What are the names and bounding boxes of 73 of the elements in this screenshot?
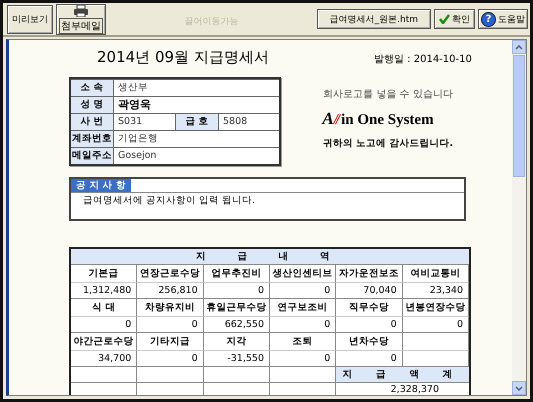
field-label: 소 속: [71, 80, 114, 96]
empty-cell: [402, 333, 469, 351]
table-header: 기타지급: [137, 333, 204, 351]
table-cell: 1,312,480: [71, 283, 138, 299]
table-cell: 256,810: [137, 283, 204, 299]
table-header: 기본급: [71, 265, 138, 283]
field-value: 5808: [222, 115, 248, 129]
field-value: Gosejon: [117, 149, 158, 163]
logo-hint: 회사로고를 넣을 수 있습니다: [323, 88, 453, 101]
table-header: 업무추진비: [204, 265, 270, 283]
table-header: 차량유지비: [137, 299, 204, 317]
help-icon: ?: [481, 12, 496, 26]
empty-cell: [71, 367, 138, 383]
total-value: 2,328,370: [390, 383, 440, 395]
notice-text: 급여명세서에 공지사항이 입력 됩니다.: [82, 194, 256, 206]
field-value: S031: [117, 115, 144, 129]
table-header: 지각: [204, 333, 270, 351]
table-cell: 0: [137, 317, 204, 333]
table-cell: 0: [336, 317, 403, 333]
thanks-text: 귀하의 노고에 감사드립니다.: [322, 137, 454, 150]
table-header: 휴일근무수당: [204, 299, 270, 317]
table-cell: 0: [402, 317, 469, 333]
help-button[interactable]: ? 도움말: [478, 9, 528, 29]
scroll-down-button[interactable]: [512, 381, 526, 395]
table-header: 직무수당: [336, 299, 403, 317]
table-header: 야간근로수당: [71, 333, 138, 351]
attach-mail-button[interactable]: 첨부메일: [56, 4, 106, 34]
chevron-down-icon: [515, 386, 523, 390]
field-label: 사 번: [71, 114, 114, 130]
table-header: 년차수당: [336, 333, 403, 351]
table-cell: 34,700: [71, 351, 138, 367]
table-header: 연구보조비: [270, 299, 336, 317]
table-header: 연장근로수당: [137, 265, 204, 283]
table-header: 여비교통비: [402, 265, 469, 283]
table-cell: -31,550: [204, 351, 270, 367]
table-cell: 23,340: [402, 283, 469, 299]
table-cell: 662,550: [204, 317, 270, 333]
issue-date: 발행일 : 2014-10-10: [374, 53, 472, 66]
drag-hint: 끌어이동가능: [183, 16, 240, 28]
field-label: 성 명: [71, 97, 114, 113]
table-cell: 0: [71, 317, 138, 333]
table-header: 식 대: [71, 299, 138, 317]
table-header: 조퇴: [270, 333, 336, 351]
table-header: 자가운전보조: [336, 265, 403, 283]
field-value: 기업은행: [117, 132, 159, 146]
table-cell: 0: [270, 351, 336, 367]
chevron-up-icon: [515, 44, 523, 50]
logo-text: A// in One System: [322, 109, 434, 129]
checkmark-icon: [439, 14, 450, 24]
table-header: 생산인센티브: [270, 265, 336, 283]
table-header: 년봉연장수당: [402, 299, 469, 317]
confirm-button[interactable]: 확인: [434, 9, 475, 29]
table-cell: 0: [270, 317, 336, 333]
scroll-up-button[interactable]: [512, 40, 526, 54]
field-value: 곽영욱: [117, 97, 152, 113]
table-cell: 0: [137, 351, 204, 367]
empty-cell: [137, 367, 204, 383]
empty-cell: [204, 367, 270, 383]
printer-icon: [73, 4, 89, 16]
field-label: 급 호: [175, 114, 219, 130]
field-label: 메일주소: [71, 148, 114, 164]
field-label: 계좌번호: [71, 131, 114, 147]
scroll-thumb[interactable]: [513, 55, 525, 177]
table-title: 지 급 내 역: [71, 249, 469, 265]
notice-title: 공 지 사 항: [71, 178, 131, 192]
table-cell: 0: [204, 283, 270, 299]
file-button[interactable]: 급여명세서_원본.htm: [316, 9, 431, 29]
preview-button[interactable]: 미리보기: [7, 4, 53, 34]
document-title: 2014년 09월 지급명세서: [97, 48, 270, 67]
field-value: 생산부: [117, 81, 149, 95]
total-label: 지 급 액 계: [336, 367, 469, 383]
table-cell: 0: [270, 283, 336, 299]
table-cell: 70,040: [336, 283, 403, 299]
